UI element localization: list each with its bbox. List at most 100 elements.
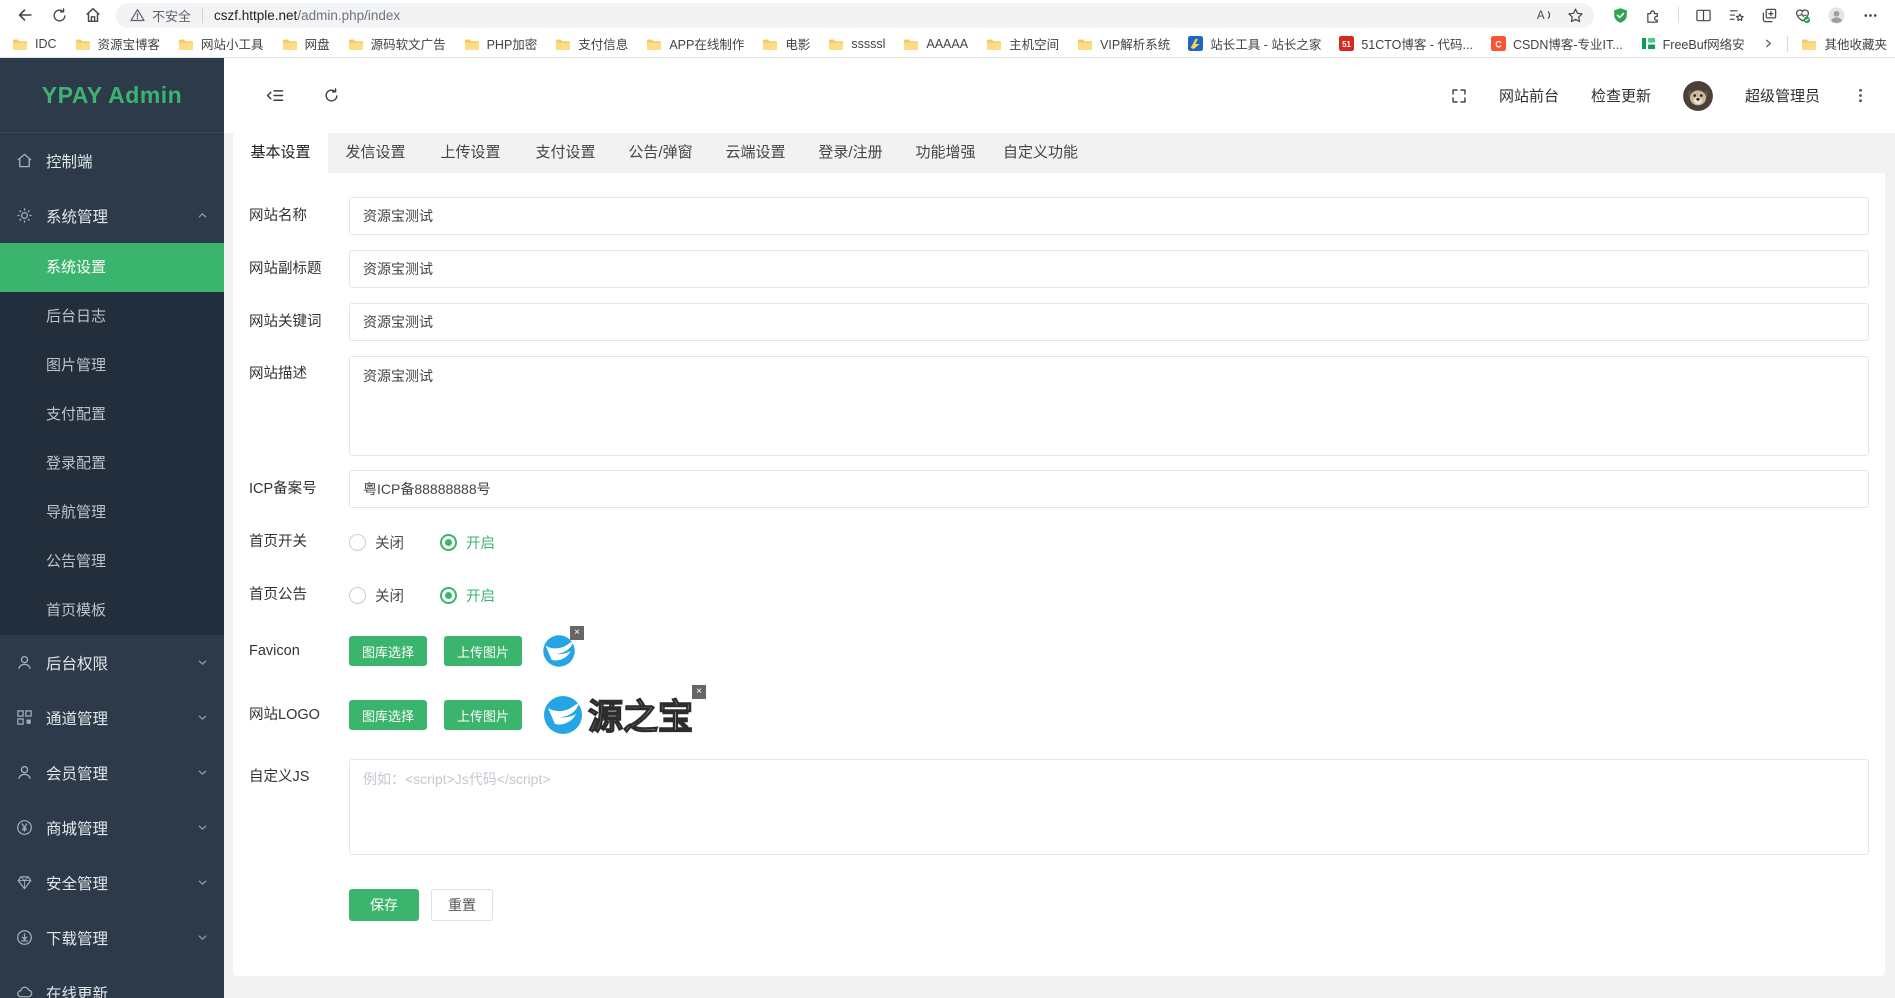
home-switch-off-radio[interactable]: 关闭 xyxy=(349,532,404,553)
tab-3[interactable]: 支付设置 xyxy=(518,133,613,173)
tab-5[interactable]: 云端设置 xyxy=(708,133,803,173)
sidebar-item-payment-config[interactable]: 支付配置 xyxy=(0,390,224,439)
sidebar-item-notice-manage[interactable]: 公告管理 xyxy=(0,537,224,586)
tab-4[interactable]: 公告/弹窗 xyxy=(613,133,708,173)
settings-card: 网站名称 网站副标题 网站关键词 网站描述 资源宝测试 ICP备案号 xyxy=(233,173,1885,976)
radio-checked-icon xyxy=(440,587,457,604)
bookmark-item[interactable]: 站长工具 - 站长之家 xyxy=(1188,34,1321,53)
bookmark-item[interactable]: IDC xyxy=(12,37,57,51)
favicon-remove-button[interactable]: × xyxy=(570,626,584,640)
site-keywords-input[interactable] xyxy=(349,303,1869,341)
sidebar-item-channel-manage[interactable]: 通道管理 xyxy=(0,690,224,745)
favorites-hub-icon[interactable] xyxy=(1728,7,1745,24)
fullscreen-icon[interactable] xyxy=(1451,88,1467,104)
favicon-gallery-button[interactable]: 图库选择 xyxy=(349,636,427,666)
frontend-link[interactable]: 网站前台 xyxy=(1499,85,1559,106)
reload-icon[interactable] xyxy=(46,2,72,28)
tab-1[interactable]: 发信设置 xyxy=(328,133,423,173)
bookmarks-list: IDC 资源宝博客网站小工具网盘源码软文广告 PHP加密支付信息 APP在线制作电影 s… xyxy=(12,34,1745,53)
more-menu-icon[interactable] xyxy=(1862,7,1879,24)
logo-remove-button[interactable]: × xyxy=(692,685,706,699)
sidebar-item-home-template[interactable]: 首页模板 xyxy=(0,586,224,635)
radio-icon xyxy=(349,587,366,604)
sidebar-item-system-manage[interactable]: 系统管理 xyxy=(0,188,224,243)
sidebar-item-label: 会员管理 xyxy=(46,762,184,784)
channel-manage-icon xyxy=(16,709,33,726)
browser-essentials-icon[interactable] xyxy=(1794,7,1811,24)
collapse-menu-icon[interactable] xyxy=(266,88,285,103)
back-icon[interactable] xyxy=(12,2,38,28)
bookmark-item[interactable]: FreeBuf网络安全行... xyxy=(1641,34,1746,53)
bookmark-item[interactable]: 支付信息 xyxy=(555,34,628,53)
security-label[interactable]: 不安全 xyxy=(152,6,191,25)
logo-upload-button[interactable]: 上传图片 xyxy=(444,700,522,730)
adblock-shield-icon[interactable] xyxy=(1612,7,1629,24)
admin-avatar[interactable] xyxy=(1683,81,1713,111)
sidebar-item-online-update[interactable]: 在线更新 xyxy=(0,965,224,998)
sidebar-item-image-manage[interactable]: 图片管理 xyxy=(0,341,224,390)
bookmark-item[interactable]: 电影 xyxy=(762,34,810,53)
sidebar-item-admin-auth[interactable]: 后台权限 xyxy=(0,635,224,690)
favicon-upload-button[interactable]: 上传图片 xyxy=(444,636,522,666)
duplicate-tab-icon[interactable] xyxy=(1761,7,1778,24)
home-notice-off-radio[interactable]: 关闭 xyxy=(349,585,404,606)
site-logo-image: 源之宝 xyxy=(541,692,699,738)
bookmarks-overflow-chevron-icon[interactable] xyxy=(1763,38,1774,49)
save-button[interactable]: 保存 xyxy=(349,889,419,921)
address-bar[interactable]: 不安全 cszf.httple.net /admin.php/index A xyxy=(116,3,1594,28)
bookmark-item[interactable]: 网站小工具 xyxy=(178,34,264,53)
bookmark-item[interactable]: 5151CTO博客 - 代码... xyxy=(1339,34,1473,53)
tab-7[interactable]: 功能增强 xyxy=(898,133,993,173)
bookmark-item[interactable]: sssssl xyxy=(828,37,885,51)
folder-icon xyxy=(646,37,662,51)
custom-js-textarea[interactable] xyxy=(349,759,1869,855)
site-subtitle-input[interactable] xyxy=(349,250,1869,288)
bookmark-item[interactable]: VIP解析系统 xyxy=(1077,34,1170,53)
bookmark-item[interactable]: APP在线制作 xyxy=(646,34,744,53)
bookmark-item[interactable]: AAAAA xyxy=(903,37,968,51)
sidebar-item-console[interactable]: 控制端 xyxy=(0,133,224,188)
sidebar-item-download-manage[interactable]: 下载管理 xyxy=(0,910,224,965)
site-desc-textarea[interactable]: 资源宝测试 xyxy=(349,356,1869,456)
form-row-home-switch: 首页开关 关闭 开启 xyxy=(249,523,1869,561)
admin-name[interactable]: 超级管理员 xyxy=(1745,85,1820,106)
sidebar-item-shop-manage[interactable]: 商城管理 xyxy=(0,800,224,855)
icp-number-input[interactable] xyxy=(349,470,1869,508)
field-label: Favicon xyxy=(249,629,349,673)
sidebar-item-admin-logs[interactable]: 后台日志 xyxy=(0,292,224,341)
console-icon xyxy=(16,152,33,169)
bookmark-item[interactable]: PHP加密 xyxy=(464,34,538,53)
extensions-icon[interactable] xyxy=(1645,7,1662,24)
sidebar-item-label: 商城管理 xyxy=(46,817,184,839)
other-bookmarks-folder[interactable]: 其他收藏夹 xyxy=(1801,34,1887,53)
tab-8[interactable]: 自定义功能 xyxy=(993,133,1088,173)
refresh-page-icon[interactable] xyxy=(323,87,340,104)
read-aloud-icon[interactable]: A xyxy=(1535,7,1553,23)
sidebar-item-nav-manage[interactable]: 导航管理 xyxy=(0,488,224,537)
shop-manage-icon xyxy=(16,819,33,836)
logo-gallery-button[interactable]: 图库选择 xyxy=(349,700,427,730)
bookmark-item[interactable]: 主机空间 xyxy=(986,34,1059,53)
bookmark-item[interactable]: 网盘 xyxy=(282,34,330,53)
sidebar-item-security-manage[interactable]: 安全管理 xyxy=(0,855,224,910)
tab-2[interactable]: 上传设置 xyxy=(423,133,518,173)
tab-6[interactable]: 登录/注册 xyxy=(803,133,898,173)
bookmark-item[interactable]: 资源宝博客 xyxy=(75,34,161,53)
bookmark-item[interactable]: 源码软文广告 xyxy=(348,34,446,53)
sidebar-item-member-manage[interactable]: 会员管理 xyxy=(0,745,224,800)
sidebar-item-login-config[interactable]: 登录配置 xyxy=(0,439,224,488)
split-screen-icon[interactable] xyxy=(1695,7,1712,24)
profile-icon[interactable] xyxy=(1827,6,1846,25)
bookmark-item[interactable]: CCSDN博客-专业IT... xyxy=(1491,34,1623,53)
check-update-link[interactable]: 检查更新 xyxy=(1591,85,1651,106)
kebab-menu-icon[interactable] xyxy=(1852,87,1869,104)
home-notice-on-radio[interactable]: 开启 xyxy=(440,585,495,606)
sidebar-item-system-settings[interactable]: 系统设置 xyxy=(0,243,224,292)
folder-icon xyxy=(1801,37,1817,51)
reset-button[interactable]: 重置 xyxy=(431,889,493,921)
favorite-star-icon[interactable] xyxy=(1567,7,1584,24)
site-name-input[interactable] xyxy=(349,197,1869,235)
home-icon[interactable] xyxy=(80,2,106,28)
tab-0[interactable]: 基本设置 xyxy=(233,133,328,173)
home-switch-on-radio[interactable]: 开启 xyxy=(440,532,495,553)
